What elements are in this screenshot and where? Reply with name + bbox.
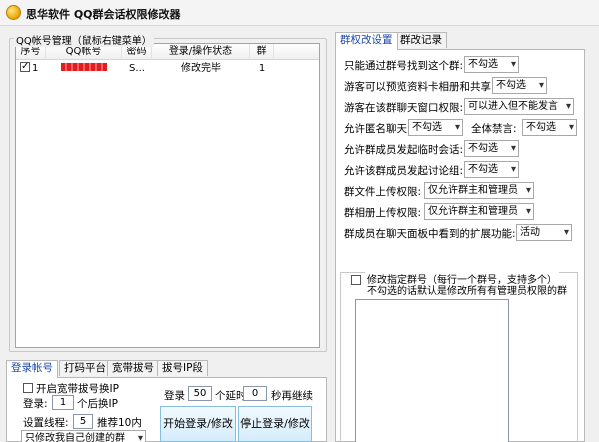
row-groups: 1 <box>258 63 266 74</box>
setting-search-by-number-label: 只能通过群号找到这个群: <box>344 60 464 72</box>
login-count-before-ip-input[interactable]: 1 <box>52 395 74 410</box>
login-count-label: 登录 <box>164 390 185 402</box>
setting-extensions-select[interactable]: 活动 <box>516 224 572 241</box>
dial-ip-checkbox[interactable] <box>23 383 33 393</box>
row-password: S... <box>129 63 145 74</box>
group-scope-select[interactable]: 只修改我自己创建的群 <box>21 430 146 442</box>
setting-mute-all-label: 全体禁言: <box>471 123 517 135</box>
tab-login-accounts[interactable]: 登录帐号 <box>6 360 58 378</box>
setting-album-upload-label: 群相册上传权限: <box>344 207 422 219</box>
setting-file-upload-select[interactable]: 仅允许群主和管理员 <box>424 182 534 199</box>
column-header-groups[interactable]: 群 <box>250 44 274 60</box>
tab-change-log[interactable]: 群改记录 <box>395 32 447 48</box>
specific-group-checkbox[interactable] <box>351 275 361 285</box>
tab-captcha-platform[interactable]: 打码平台 <box>59 360 111 376</box>
row-account-cell <box>46 61 122 77</box>
setting-guest-chat-label: 游客在该群聊天窗口权限: <box>344 102 464 114</box>
setting-file-upload-label: 群文件上传权限: <box>344 186 422 198</box>
delay-suffix: 秒再继续 <box>271 390 313 402</box>
setting-discussion-group-label: 允许该群成员发起讨论组: <box>344 165 464 177</box>
column-header-status[interactable]: 登录/操作状态 <box>152 44 250 60</box>
setting-temp-session-label: 允许群成员发起临时会话: <box>344 144 464 156</box>
title-bar: 思华软件 QQ群会话权限修改器 <box>0 0 599 26</box>
settings-panel: 只能通过群号找到这个群: 不勾选 游客可以预览资料卡相册和共享: 不勾选 游客在… <box>335 49 585 442</box>
login-settings-panel: 开启宽带拔号换IP 登录: 1 个后换IP 设置线程: 5 推荐10内 只修改我… <box>6 377 327 442</box>
setting-search-by-number-select[interactable]: 不勾选 <box>464 56 519 73</box>
account-group-title: QQ帐号管理（鼠标右键菜单） <box>14 32 154 47</box>
tab-group-settings[interactable]: 群权改设置 <box>335 32 398 50</box>
stop-button[interactable]: 停止登录/修改 <box>238 406 312 442</box>
threads-label: 设置线程: <box>23 417 69 429</box>
specific-group-box: 修改指定群号（每行一个群号，支持多个） 不勾选的话默认是修改所有有管理员权限的群 <box>340 271 578 442</box>
window-title: 思华软件 QQ群会话权限修改器 <box>26 8 181 21</box>
setting-anonymous-chat-select[interactable]: 不勾选 <box>408 119 463 136</box>
settings-tab-strip: 群权改设置 群改记录 <box>335 32 585 50</box>
setting-guest-preview-select[interactable]: 不勾选 <box>492 77 547 94</box>
setting-temp-session-select[interactable]: 不勾选 <box>464 140 519 157</box>
threads-input[interactable]: 5 <box>73 414 93 429</box>
delay-seconds-input[interactable]: 0 <box>243 386 267 401</box>
account-panel: QQ帐号管理（鼠标右键菜单） 序号 QQ帐号 密码 登录/操作状态 群 1 S.… <box>6 32 327 352</box>
specific-group-hint: 不勾选的话默认是修改所有有管理员权限的群 <box>367 286 567 297</box>
row-status: 修改完毕 <box>181 63 221 74</box>
tab-broadband-dial[interactable]: 宽带拔号 <box>107 360 159 376</box>
setting-guest-chat-select[interactable]: 可以进入但不能发言 <box>464 98 574 115</box>
bottom-tab-strip: 登录帐号 打码平台 宽带拔号 拔号IP段 <box>6 360 327 378</box>
login-count-input[interactable]: 50 <box>188 386 212 401</box>
row-index-cell: 1 <box>16 61 46 77</box>
delay-label: 个延时 <box>215 390 247 402</box>
setting-extensions-label: 群成员在聊天面板中看到的扩展功能: <box>344 228 516 240</box>
table-row[interactable]: 1 S... 修改完毕 1 <box>16 61 319 77</box>
setting-anonymous-chat-label: 允许匿名聊天: <box>344 123 411 135</box>
setting-album-upload-select[interactable]: 仅允许群主和管理员 <box>424 203 534 220</box>
threads-hint: 推荐10内 <box>97 417 142 429</box>
row-checkbox[interactable] <box>20 61 30 75</box>
column-header-filler <box>274 44 319 60</box>
redacted-account-number <box>61 63 107 71</box>
setting-guest-preview-label: 游客可以预览资料卡相册和共享: <box>344 81 495 93</box>
account-table[interactable]: 序号 QQ帐号 密码 登录/操作状态 群 1 S... 修改完毕 1 <box>15 43 320 348</box>
group-numbers-textarea[interactable] <box>355 299 509 442</box>
app-logo-icon <box>6 5 21 20</box>
start-button[interactable]: 开始登录/修改 <box>160 406 236 442</box>
setting-mute-all-select[interactable]: 不勾选 <box>522 119 577 136</box>
dial-ip-label: 开启宽带拔号换IP <box>36 383 119 395</box>
row-index: 1 <box>32 63 39 74</box>
login-suffix-label: 个后换IP <box>77 398 118 410</box>
setting-discussion-group-select[interactable]: 不勾选 <box>464 161 519 178</box>
tab-dial-ip-range[interactable]: 拔号IP段 <box>157 360 208 376</box>
login-label: 登录: <box>23 398 48 410</box>
